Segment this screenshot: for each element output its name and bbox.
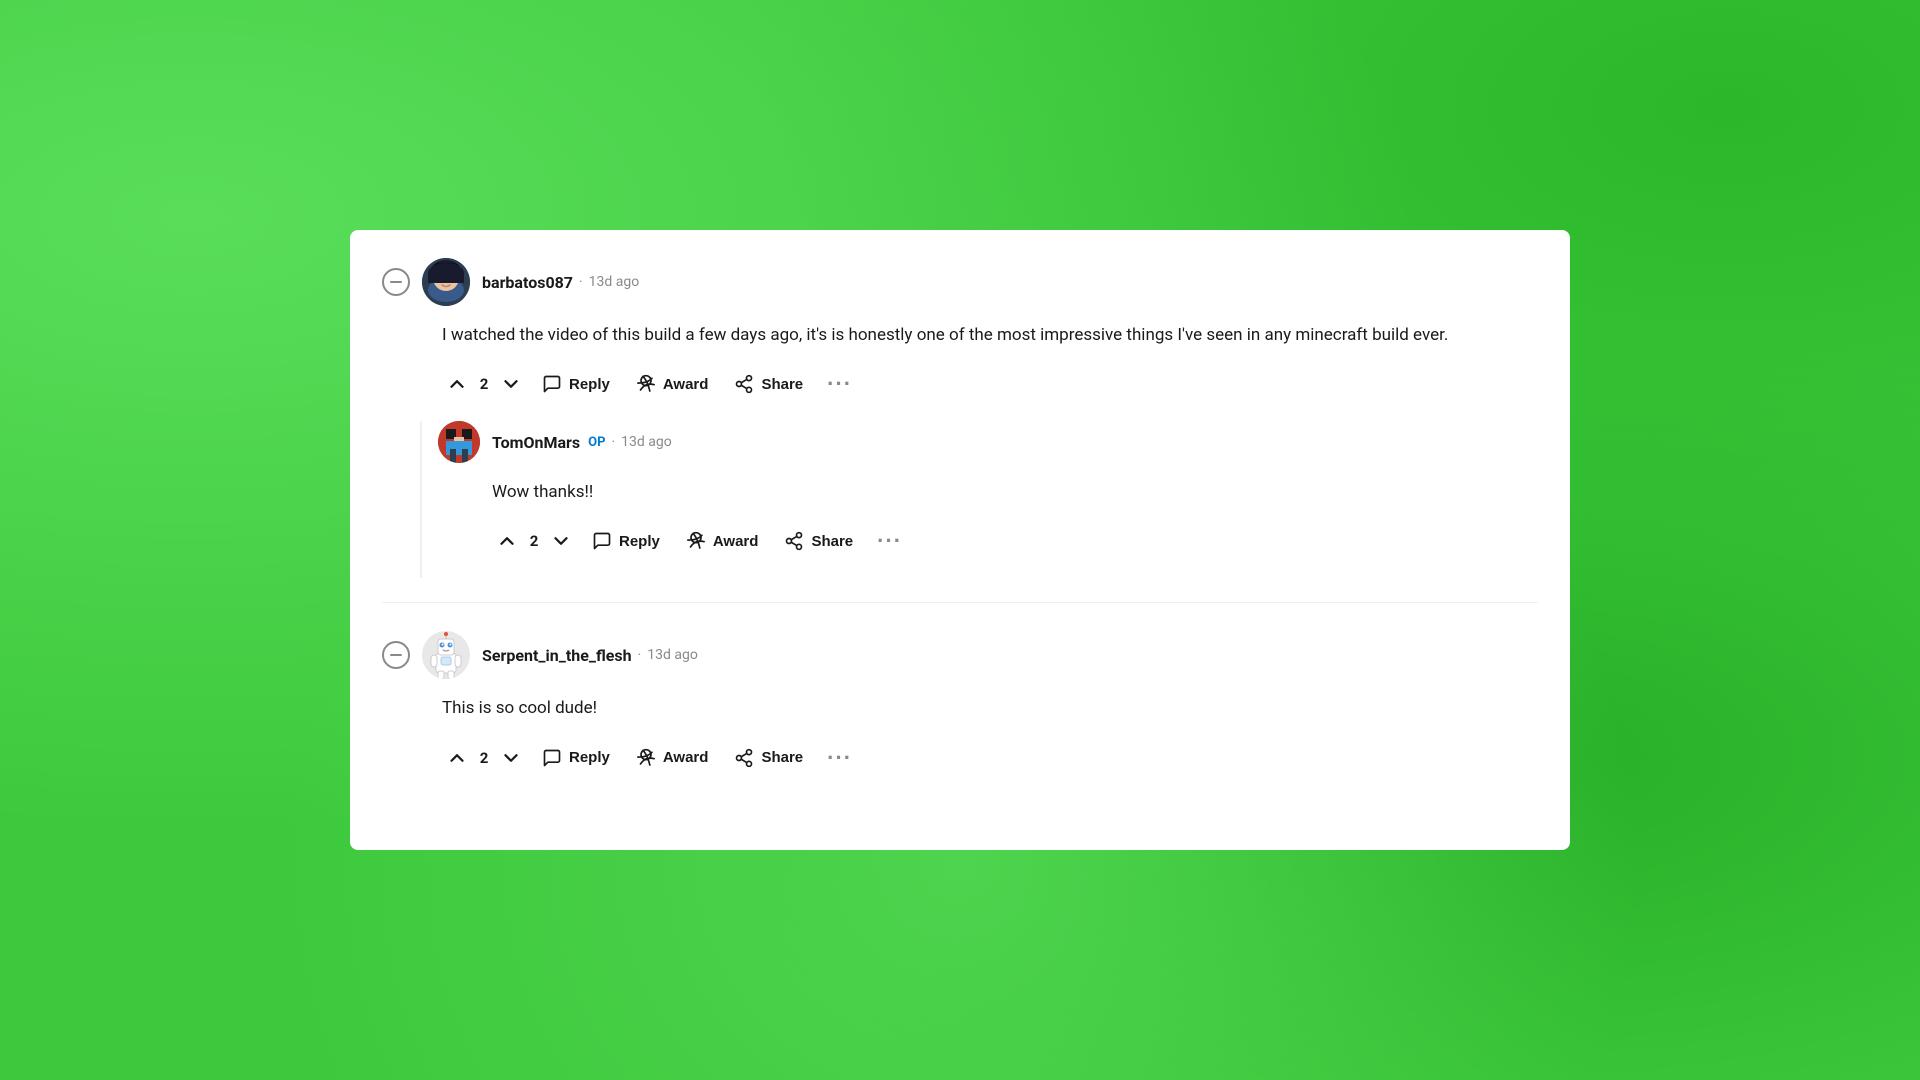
dot-1: · xyxy=(579,274,583,290)
comment-header-1: barbatos087 · 13d ago xyxy=(382,258,1538,306)
comment-actions-2: 2 Reply Award xyxy=(442,741,1538,775)
comment-meta-2: Serpent_in_the_flesh · 13d ago xyxy=(482,646,698,665)
timestamp-1: 13d ago xyxy=(589,274,640,290)
award-button-2[interactable]: Award xyxy=(626,742,719,774)
reply-reply-button-1[interactable]: Reply xyxy=(582,525,670,557)
reply-meta-1: TomOnMars OP · 13d ago xyxy=(492,433,672,452)
comment-block-1: barbatos087 · 13d ago I watched the vide… xyxy=(350,230,1570,578)
comment-actions-1: 2 Reply xyxy=(442,367,1538,401)
comment-header-2: Serpent_in_the_flesh · 13d ago xyxy=(382,631,1538,679)
comment-body-1: I watched the video of this build a few … xyxy=(442,322,1538,578)
avatar-barbatos087 xyxy=(422,258,470,306)
share-label-2: Share xyxy=(761,749,803,766)
comment-block-2: Serpent_in_the_flesh · 13d ago This is s… xyxy=(350,603,1570,774)
award-label-2: Award xyxy=(663,749,709,766)
more-options-button-1[interactable]: ··· xyxy=(819,367,860,401)
vote-count-2: 2 xyxy=(478,749,490,767)
reply-label-1: Reply xyxy=(569,376,610,393)
award-button-1[interactable]: Award xyxy=(626,368,719,400)
reply-container-1: TomOnMars OP · 13d ago Wow thanks!! xyxy=(406,421,1538,578)
reply-vote-count-1: 2 xyxy=(528,532,540,550)
reply-share-label-1: Share xyxy=(811,533,853,550)
comment-meta-1: barbatos087 · 13d ago xyxy=(482,273,639,292)
share-button-1[interactable]: Share xyxy=(724,368,813,400)
share-button-2[interactable]: Share xyxy=(724,742,813,774)
reply-timestamp-1: 13d ago xyxy=(621,434,672,450)
reply-block-1: TomOnMars OP · 13d ago Wow thanks!! xyxy=(438,421,1538,578)
timestamp-2: 13d ago xyxy=(647,647,698,663)
vote-count-1: 2 xyxy=(478,375,490,393)
reply-button-2[interactable]: Reply xyxy=(532,742,620,774)
reply-text-1: Wow thanks!! xyxy=(492,479,1538,506)
upvote-button-1[interactable] xyxy=(442,369,472,399)
reply-downvote-button-1[interactable] xyxy=(546,526,576,556)
upvote-button-2[interactable] xyxy=(442,743,472,773)
username-1[interactable]: barbatos087 xyxy=(482,273,573,292)
reply-body-1: Wow thanks!! 2 xyxy=(492,479,1538,558)
comment-text-1: I watched the video of this build a few … xyxy=(442,322,1538,349)
reply-share-button-1[interactable]: Share xyxy=(774,525,863,557)
reply-label-2: Reply xyxy=(569,749,610,766)
reply-more-options-1[interactable]: ··· xyxy=(869,524,910,558)
reply-upvote-button-1[interactable] xyxy=(492,526,522,556)
reply-button-1[interactable]: Reply xyxy=(532,368,620,400)
award-label-1: Award xyxy=(663,376,709,393)
reply-award-button-1[interactable]: Award xyxy=(676,525,769,557)
reply-username-1[interactable]: TomOnMars xyxy=(492,433,580,452)
reply-award-label-1: Award xyxy=(713,533,759,550)
comment-text-2: This is so cool dude! xyxy=(442,695,1538,722)
collapse-button-1[interactable] xyxy=(382,268,410,296)
share-label-1: Share xyxy=(761,376,803,393)
reply-header-1: TomOnMars OP · 13d ago xyxy=(438,421,1538,463)
more-options-button-2[interactable]: ··· xyxy=(819,741,860,775)
reply-reply-label-1: Reply xyxy=(619,533,660,550)
downvote-button-2[interactable] xyxy=(496,743,526,773)
username-2[interactable]: Serpent_in_the_flesh xyxy=(482,646,632,665)
reply-dot-1: · xyxy=(611,434,615,450)
reply-actions-1: 2 Reply xyxy=(492,524,1538,558)
collapse-button-2[interactable] xyxy=(382,641,410,669)
op-badge-1: OP xyxy=(588,435,605,450)
comments-panel: barbatos087 · 13d ago I watched the vide… xyxy=(350,230,1570,850)
dot-2: · xyxy=(638,647,642,663)
downvote-button-1[interactable] xyxy=(496,369,526,399)
comment-body-2: This is so cool dude! 2 xyxy=(442,695,1538,774)
